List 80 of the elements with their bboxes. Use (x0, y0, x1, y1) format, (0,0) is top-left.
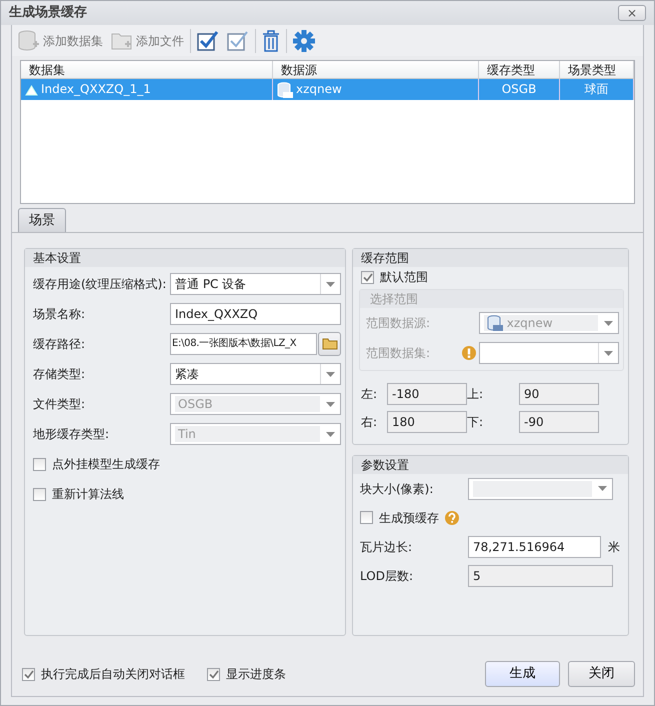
checkbox-label: 执行完成后自动关闭对话框 (41, 666, 185, 683)
field-label: 缓存用途(纹理压缩格式): (33, 276, 168, 293)
checkbox[interactable] (207, 668, 220, 680)
toolbar-button[interactable] (260, 30, 282, 52)
dropdown-arrow-icon (326, 402, 334, 406)
window-title: 生成场景缓存 (9, 4, 87, 22)
dropdown[interactable]: 普通 PC 设备 (170, 273, 341, 295)
dropdown-arrow-icon (326, 282, 335, 286)
dropdown[interactable]: 紧凑 (170, 363, 341, 385)
group-title: 缓存范围 (353, 249, 628, 267)
group-title: 基本设置 (25, 249, 345, 267)
input-field[interactable]: Index_QXXZQ (170, 303, 341, 325)
checkbox-label: 点外挂模型生成缓存 (52, 456, 160, 473)
field-label: 范围数据源: (366, 315, 432, 332)
browse-button[interactable] (318, 332, 341, 356)
table-cell-text: OSGB (502, 81, 536, 98)
trash-icon (262, 30, 280, 52)
table-cell-text: Index_QXXZQ_1_1 (41, 81, 151, 98)
folder-icon (322, 337, 338, 350)
field-label: 范围数据集: (366, 345, 432, 362)
table-cell-text: 球面 (584, 81, 608, 98)
tab[interactable]: 场景 (18, 208, 66, 232)
field-label: 右: (361, 414, 378, 431)
toolbar-button[interactable] (195, 30, 221, 52)
field-label: 上: (467, 386, 484, 403)
checkbox[interactable] (22, 668, 35, 680)
field-label: 场景名称: (33, 306, 86, 323)
toolbar-button[interactable] (291, 30, 317, 52)
table-cell-text: xzqnew (296, 81, 342, 98)
settings-icon (293, 30, 315, 52)
folder-add-icon (111, 30, 133, 50)
field-label: 块大小(像素): (360, 480, 434, 498)
field-label: 地形缓存类型: (33, 426, 110, 443)
close-button[interactable]: × (618, 5, 646, 21)
unit-label: 米 (608, 538, 620, 556)
dropdown-arrow-icon (598, 486, 606, 491)
column-header: 数据源 (273, 61, 479, 79)
field-label: 文件类型: (33, 396, 86, 413)
database-add-icon (18, 30, 40, 52)
checkbox-label: 生成预缓存 (379, 510, 439, 526)
dropdown-value: Tin (178, 426, 196, 442)
dropdown-arrow-icon (604, 320, 612, 326)
column-header: 数据集 (21, 61, 273, 79)
column-header: 缓存类型 (479, 61, 560, 79)
dropdown-value: 普通 PC 设备 (175, 277, 246, 291)
database-icon (277, 82, 293, 98)
field-label: 存储类型: (33, 366, 86, 383)
dialog-button[interactable]: 关闭 (568, 661, 635, 687)
field-label: LOD层数: (360, 568, 414, 584)
checkbox-label: 默认范围 (380, 269, 428, 286)
checkbox[interactable] (33, 488, 46, 500)
group-title: 选择范围 (370, 292, 418, 306)
dialog-button[interactable]: 生成 (485, 661, 560, 687)
input-field[interactable]: 78,271.516964 (468, 536, 601, 558)
path-field[interactable]: E:\08.一张图版本\数据\LZ_X (170, 333, 318, 355)
dropdown-arrow-icon (326, 432, 334, 436)
field-label: 左: (361, 386, 378, 403)
checkbox-label: 重新计算法线 (52, 486, 124, 503)
field-label: 缓存路径: (33, 336, 86, 353)
checkbox-checked-icon (227, 30, 249, 52)
dropdown-value: xzqnew (506, 315, 553, 331)
column-header: 场景类型 (560, 61, 634, 79)
checkbox[interactable] (360, 511, 373, 524)
checkbox-label: 显示进度条 (226, 666, 286, 683)
input-field[interactable]: -180 (387, 383, 467, 405)
input-field[interactable]: 90 (519, 383, 599, 405)
field-label: 下: (467, 414, 484, 431)
checkbox-checked-icon (197, 30, 219, 52)
dropdown-arrow-icon (326, 372, 335, 376)
layer-icon (25, 84, 38, 96)
field-label: 瓦片边长: (360, 538, 414, 556)
dropdown-value: OSGB (178, 396, 213, 412)
input-field[interactable]: 180 (387, 411, 467, 433)
group-title: 参数设置 (353, 456, 628, 474)
checkbox[interactable] (361, 270, 374, 284)
dropdown-value: 紧凑 (175, 367, 199, 381)
database-icon (486, 315, 503, 331)
dropdown-arrow-icon (604, 350, 613, 356)
checkbox[interactable] (33, 458, 46, 470)
input-field[interactable]: -90 (519, 411, 599, 433)
